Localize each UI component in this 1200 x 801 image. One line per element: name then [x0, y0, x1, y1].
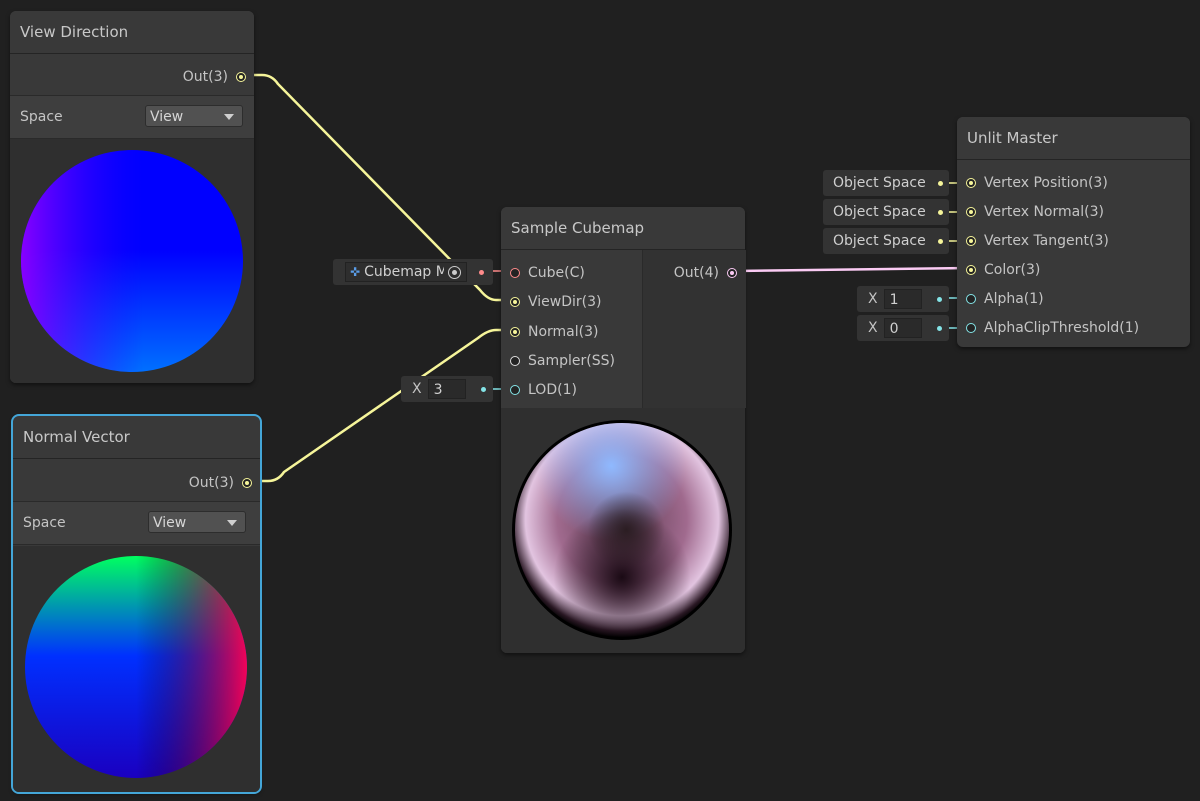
input-label: Vertex Tangent(3) — [984, 233, 1109, 249]
input-port-vertex-tangent[interactable]: Vertex Tangent(3) — [966, 231, 1109, 251]
vector3-port-icon[interactable] — [510, 297, 520, 307]
vertex-normal-space-chip[interactable]: Object Space — [823, 199, 949, 225]
input-port-sampler[interactable]: Sampler(SS) — [510, 351, 615, 371]
lod-value-field[interactable]: 3 — [427, 379, 466, 399]
cubemap-asset-name: Cubemap M — [364, 264, 445, 280]
normal-vector-preview-sphere — [25, 556, 247, 778]
lod-axis-label: X — [412, 381, 422, 397]
input-label: Color(3) — [984, 262, 1041, 278]
input-label: Cube(C) — [528, 265, 585, 281]
space-dropdown[interactable]: View — [148, 511, 246, 533]
input-port-vertex-position[interactable]: Vertex Position(3) — [966, 173, 1108, 193]
normal-vector-node[interactable]: Normal Vector Out(3) Space View — [11, 414, 262, 794]
node-preview — [10, 139, 254, 383]
vector1-port-icon[interactable] — [510, 385, 520, 395]
space-property-row: Space View — [10, 95, 254, 139]
space-dropdown-value: View — [150, 109, 184, 125]
output-port-icon[interactable] — [242, 478, 252, 488]
sampler-port-icon[interactable] — [510, 356, 520, 366]
space-chip-label: Object Space — [833, 233, 926, 249]
space-chip-label: Object Space — [833, 204, 926, 220]
input-label: AlphaClipThreshold(1) — [984, 320, 1140, 336]
connector-dot — [937, 238, 943, 244]
connector-dot — [479, 269, 484, 275]
input-label: Normal(3) — [528, 324, 599, 340]
cubemap-port-icon[interactable] — [510, 268, 520, 278]
input-port-vertex-normal[interactable]: Vertex Normal(3) — [966, 202, 1104, 222]
connector-dot — [936, 325, 942, 331]
vector3-port-icon[interactable] — [966, 265, 976, 275]
vector3-port-icon[interactable] — [966, 207, 976, 217]
space-label: Space — [23, 515, 66, 531]
wire-color — [734, 266, 971, 273]
vector3-port-icon[interactable] — [510, 327, 520, 337]
out-port-label: Out(3) — [182, 69, 228, 85]
out-port-label: Out(4) — [673, 265, 719, 281]
vector4-port-icon[interactable] — [727, 268, 737, 278]
chevron-down-icon — [227, 520, 237, 526]
out-port-row[interactable]: Out(3) — [183, 67, 246, 87]
input-label: LOD(1) — [528, 382, 577, 398]
input-label: Sampler(SS) — [528, 353, 615, 369]
clip-axis-label: X — [868, 320, 878, 336]
connector-dot — [937, 180, 943, 186]
node-title[interactable]: Sample Cubemap — [501, 207, 745, 250]
chevron-down-icon — [224, 114, 234, 120]
space-chip-label: Object Space — [833, 175, 926, 191]
clip-value-field[interactable]: 0 — [883, 318, 922, 338]
vector3-port-icon[interactable] — [966, 178, 976, 188]
vector1-port-icon[interactable] — [966, 294, 976, 304]
cubemap-asset-icon: ✜ — [350, 265, 361, 279]
output-port-icon[interactable] — [236, 72, 246, 82]
space-dropdown-value: View — [153, 515, 187, 531]
input-label: Vertex Position(3) — [984, 175, 1108, 191]
connector-dot — [480, 386, 486, 392]
connector-dot — [936, 296, 942, 302]
input-port-lod[interactable]: LOD(1) — [510, 380, 577, 400]
vector3-port-icon[interactable] — [966, 236, 976, 246]
alpha-axis-label: X — [868, 291, 878, 307]
vertex-position-space-chip[interactable]: Object Space — [823, 170, 949, 196]
sample-cubemap-node[interactable]: Sample Cubemap Cube(C) ViewDir(3) Normal… — [501, 207, 746, 653]
alpha-value-field[interactable]: 1 — [883, 289, 922, 309]
lod-input[interactable]: X 3 — [401, 376, 493, 402]
object-picker-icon[interactable] — [448, 265, 462, 279]
input-port-alpha-clip[interactable]: AlphaClipThreshold(1) — [966, 318, 1139, 338]
node-title[interactable]: View Direction — [10, 11, 254, 54]
alpha-value: 1 — [889, 292, 899, 308]
clip-value: 0 — [889, 321, 899, 337]
alpha-clip-input[interactable]: X 0 — [857, 315, 949, 341]
space-dropdown[interactable]: View — [145, 105, 243, 127]
input-port-color[interactable]: Color(3) — [966, 260, 1040, 280]
input-label: Alpha(1) — [984, 291, 1044, 307]
connector-dot — [937, 209, 943, 215]
node-preview — [501, 408, 745, 653]
node-title[interactable]: Unlit Master — [957, 117, 1190, 160]
input-port-viewdir[interactable]: ViewDir(3) — [510, 292, 601, 312]
node-preview — [13, 546, 260, 792]
out-port-row[interactable]: Out(3) — [189, 473, 252, 493]
alpha-input[interactable]: X 1 — [857, 286, 949, 312]
cubemap-input[interactable]: ✜ Cubemap M — [333, 259, 493, 285]
input-port-alpha[interactable]: Alpha(1) — [966, 289, 1044, 309]
vector1-port-icon[interactable] — [966, 323, 976, 333]
out-port-label: Out(3) — [188, 475, 234, 491]
out-port-row[interactable]: Out(4) — [674, 263, 737, 283]
node-title[interactable]: Normal Vector — [13, 416, 260, 459]
view-direction-node[interactable]: View Direction Out(3) Space View — [10, 11, 254, 383]
cubemap-object-field[interactable]: ✜ Cubemap M — [345, 262, 467, 282]
space-property-row: Space View — [13, 501, 260, 545]
unlit-master-node[interactable]: Unlit Master Vertex Position(3) Vertex N… — [957, 117, 1190, 347]
input-port-cube[interactable]: Cube(C) — [510, 263, 585, 283]
input-label: Vertex Normal(3) — [984, 204, 1104, 220]
vertex-tangent-space-chip[interactable]: Object Space — [823, 228, 949, 254]
input-port-normal[interactable]: Normal(3) — [510, 322, 599, 342]
lod-value: 3 — [433, 382, 443, 398]
wire-normal — [248, 328, 513, 483]
view-direction-preview-sphere — [21, 150, 243, 372]
space-label: Space — [20, 109, 63, 125]
input-label: ViewDir(3) — [528, 294, 602, 310]
cubemap-preview-sphere — [512, 420, 732, 640]
